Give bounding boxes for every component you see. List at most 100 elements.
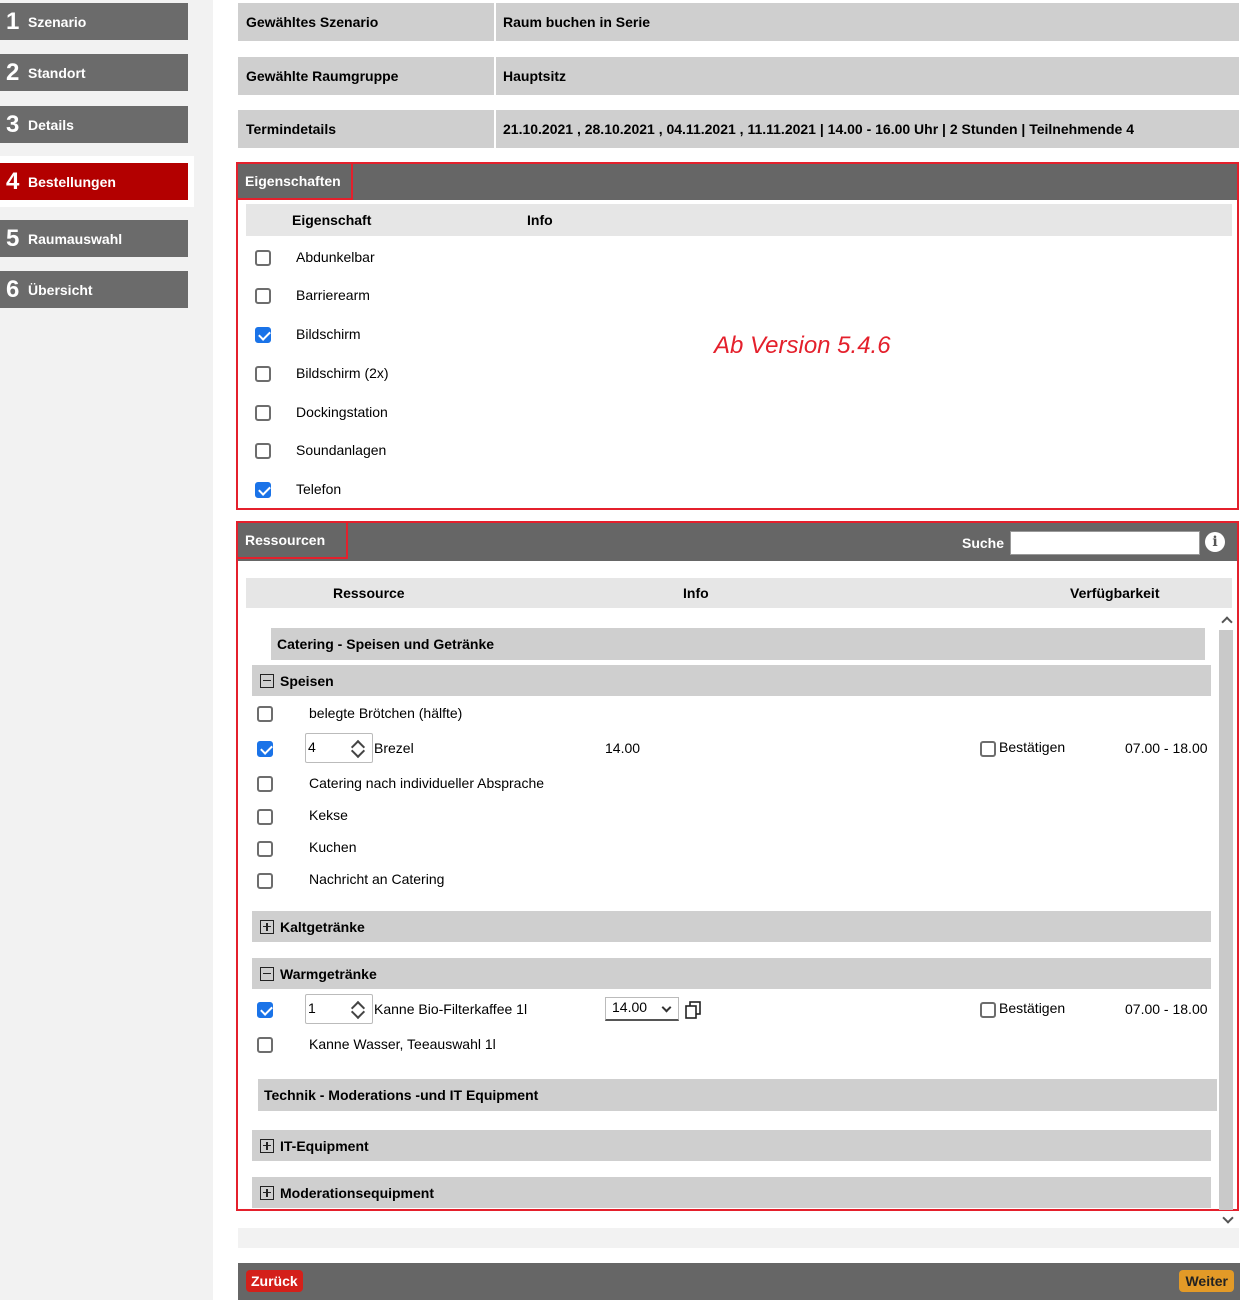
step-szenario[interactable]: 1 Szenario [0,3,188,40]
property-checkbox-barrierearm[interactable] [255,288,271,304]
property-checkbox-bildschirm[interactable] [255,327,271,343]
properties-panel: Eigenschaften Eigenschaft Info Abdunkelb… [236,162,1239,510]
property-checkbox-soundanlagen[interactable] [255,443,271,459]
expand-icon[interactable] [260,1138,274,1153]
properties-header: Eigenschaften [236,162,1237,200]
resources-column-header: Ressource Info Verfügbarkeit [246,578,1232,608]
subgroup-label: Kaltgetränke [280,918,365,935]
step-label: Details [28,116,74,133]
back-button[interactable]: Zurück [246,1270,303,1292]
footer-bar: Zurück Weiter [238,1263,1240,1300]
resource-checkbox[interactable] [257,1002,273,1018]
time-select[interactable]: 14.00 [605,997,679,1021]
subgroup-moderation[interactable]: Moderationsequipment [252,1177,1211,1208]
property-checkbox-bildschirm-2x[interactable] [255,366,271,382]
summary-label: Gewähltes Szenario [238,3,494,41]
resources-header: Ressourcen Suche i [236,521,1237,561]
step-number: 6 [6,275,20,303]
quantity-value: 4 [308,739,316,755]
group-catering: Catering - Speisen und Getränke [271,628,1205,660]
collapse-icon[interactable] [260,673,274,688]
step-label: Standort [28,64,86,81]
panel-spacer [238,1228,1239,1248]
property-label: Telefon [296,481,342,497]
confirm-checkbox[interactable] [980,1002,996,1018]
summary-value: 21.10.2021 , 28.10.2021 , 04.11.2021 , 1… [496,110,1239,148]
property-label: Bildschirm [296,326,361,342]
resources-panel: Ressourcen Suche i Ressource Info Verfüg… [236,521,1239,1211]
availability: 07.00 - 18.00 [1125,740,1208,756]
summary-roomgroup: Gewählte Raumgruppe Hauptsitz [238,57,1239,95]
scroll-up-icon[interactable] [1221,616,1233,628]
info-icon[interactable]: i [1205,532,1225,552]
step-bestellungen[interactable]: 4 Bestellungen [0,163,188,200]
summary-label: Termindetails [238,110,494,148]
property-label: Soundanlagen [296,442,387,458]
resource-checkbox[interactable] [257,841,273,857]
scroll-down-icon[interactable] [1222,1212,1234,1224]
resource-checkbox[interactable] [257,1037,273,1053]
step-uebersicht[interactable]: 6 Übersicht [0,271,188,308]
quantity-stepper[interactable]: 4 [305,733,373,763]
scrollbar-track[interactable] [1219,630,1233,1210]
property-label: Barrierearm [296,287,370,303]
step-raumauswahl[interactable]: 5 Raumauswahl [0,220,188,257]
time-select-value: 14.00 [612,999,648,1015]
availability: 07.00 - 18.00 [1125,1001,1208,1017]
confirm-label: Bestätigen [999,1000,1066,1016]
property-checkbox-dockingstation[interactable] [255,405,271,421]
resource-label: Brezel [374,740,414,756]
group-technik: Technik - Moderations -und IT Equipment [258,1079,1217,1111]
copy-icon[interactable] [685,1001,703,1019]
resource-checkbox[interactable] [257,741,273,757]
resource-info: 14.00 [605,740,641,756]
next-button[interactable]: Weiter [1179,1270,1234,1292]
search-label: Suche [962,535,1005,551]
subgroup-it-equipment[interactable]: IT-Equipment [252,1130,1211,1161]
column-resource: Ressource [333,585,405,601]
chevron-down-icon [661,1002,672,1013]
step-details[interactable]: 3 Details [0,106,188,143]
version-annotation: Ab Version 5.4.6 [714,332,891,359]
confirm-label: Bestätigen [999,739,1066,755]
step-label: Raumauswahl [28,230,123,247]
resource-checkbox[interactable] [257,706,273,722]
summary-value: Raum buchen in Serie [496,3,1239,41]
resource-label: Nachricht an Catering [309,871,445,887]
resource-label: belegte Brötchen (hälfte) [309,705,463,721]
summary-value: Hauptsitz [496,57,1239,95]
resource-label: Kekse [309,807,348,823]
search-input[interactable] [1010,531,1200,555]
expand-icon[interactable] [260,919,274,934]
resource-label: Kanne Wasser, Teeauswahl 1l [309,1036,496,1052]
resource-checkbox[interactable] [257,873,273,889]
subgroup-label: IT-Equipment [280,1137,369,1154]
quantity-value: 1 [308,1000,316,1016]
subgroup-speisen[interactable]: Speisen [252,665,1211,696]
step-number: 4 [6,167,20,195]
resource-label: Kuchen [309,839,357,855]
subgroup-label: Speisen [280,672,334,689]
property-checkbox-telefon[interactable] [255,482,271,498]
wizard-sidebar: 1 Szenario 2 Standort 3 Details 4 Bestel… [0,0,213,1300]
summary-scenario: Gewähltes Szenario Raum buchen in Serie [238,3,1239,41]
resource-checkbox[interactable] [257,776,273,792]
step-number: 5 [6,224,20,252]
property-checkbox-abdunkelbar[interactable] [255,250,271,266]
resource-label: Catering nach individueller Absprache [309,775,545,791]
confirm-checkbox[interactable] [980,741,996,757]
step-number: 3 [6,110,20,138]
expand-icon[interactable] [260,1185,274,1200]
step-standort[interactable]: 2 Standort [0,54,188,91]
resource-checkbox[interactable] [257,809,273,825]
subgroup-warmgetraenke[interactable]: Warmgetränke [252,958,1211,989]
column-availability: Verfügbarkeit [1070,585,1160,601]
step-label: Übersicht [28,281,93,298]
collapse-icon[interactable] [260,966,274,981]
subgroup-label: Moderationsequipment [280,1184,435,1201]
step-number: 2 [6,58,20,86]
resource-label: Kanne Bio-Filterkaffee 1l [374,1001,528,1017]
quantity-stepper[interactable]: 1 [305,994,373,1024]
subgroup-label: Warmgetränke [280,965,377,982]
subgroup-kaltgetraenke[interactable]: Kaltgetränke [252,911,1211,942]
